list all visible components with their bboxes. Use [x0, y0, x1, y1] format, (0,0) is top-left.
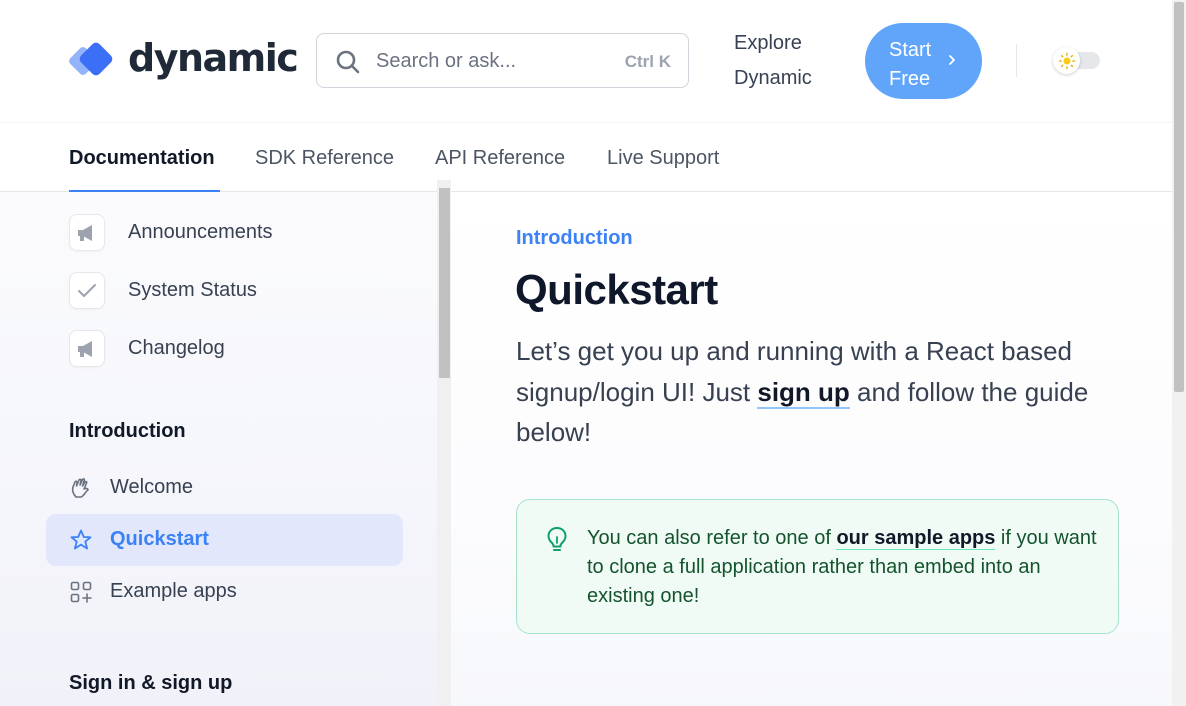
- check-icon: [69, 272, 105, 309]
- sidebar-link-changelog[interactable]: Changelog: [69, 330, 225, 367]
- lightbulb-icon: [546, 526, 568, 559]
- logo-icon: [69, 41, 116, 79]
- sidebar: Announcements System Status Changelog In…: [0, 192, 437, 706]
- sidebar-section-introduction: Introduction: [69, 420, 186, 442]
- intro-paragraph: Let’s get you up and running with a Reac…: [516, 331, 1126, 453]
- star-icon: [69, 528, 93, 552]
- main-content: Introduction Quickstart Let’s get you up…: [451, 192, 1172, 706]
- page-title: Quickstart: [515, 266, 718, 313]
- brand-name: dynamic: [128, 36, 299, 80]
- sidebar-link-system-status[interactable]: System Status: [69, 272, 257, 309]
- search-placeholder: Search or ask...: [376, 50, 517, 72]
- start-free-button[interactable]: Start Free: [865, 23, 982, 99]
- sidebar-link-announcements[interactable]: Announcements: [69, 214, 273, 251]
- sidebar-section-sign-in: Sign in & sign up: [69, 672, 233, 694]
- tab-api-reference[interactable]: API Reference: [435, 147, 565, 170]
- breadcrumb: Introduction: [516, 227, 633, 249]
- sidebar-item-welcome[interactable]: Welcome: [46, 462, 403, 514]
- search-input[interactable]: Search or ask... Ctrl K: [316, 33, 689, 88]
- sidebar-item-label: Example apps: [110, 580, 237, 602]
- tab-sdk-reference[interactable]: SDK Reference: [255, 147, 394, 170]
- callout-text: You can also refer to one of our sample …: [587, 524, 1097, 611]
- chevron-right-icon: [947, 53, 957, 72]
- theme-toggle[interactable]: [1053, 47, 1100, 74]
- sample-apps-link[interactable]: our sample apps: [836, 527, 996, 550]
- tab-documentation[interactable]: Documentation: [69, 147, 215, 170]
- callout-text-start: You can also refer to one of: [587, 527, 837, 549]
- sign-up-link[interactable]: sign up: [757, 376, 850, 409]
- sidebar-item-quickstart[interactable]: Quickstart: [46, 514, 403, 566]
- sidebar-link-label: Announcements: [128, 221, 273, 243]
- megaphone-icon: [69, 330, 105, 367]
- page-scrollbar-thumb[interactable]: [1174, 2, 1184, 392]
- megaphone-icon: [69, 214, 105, 251]
- explore-dynamic-link[interactable]: Explore Dynamic: [734, 26, 844, 96]
- sidebar-link-label: Changelog: [128, 337, 225, 359]
- search-shortcut-hint: Ctrl K: [624, 52, 671, 71]
- sidebar-scrollbar-thumb[interactable]: [439, 188, 450, 378]
- brand-logo[interactable]: dynamic: [69, 36, 299, 80]
- sidebar-item-label: Welcome: [110, 476, 193, 498]
- sun-icon: [1053, 47, 1080, 74]
- grid-plus-icon: [69, 580, 93, 604]
- sidebar-item-example-apps[interactable]: Example apps: [46, 566, 403, 618]
- header-divider: [1016, 44, 1017, 77]
- tab-live-support[interactable]: Live Support: [607, 147, 719, 170]
- docs-tabs: Documentation SDK Reference API Referenc…: [0, 122, 1172, 192]
- tip-callout: You can also refer to one of our sample …: [516, 499, 1119, 634]
- start-free-label: Start Free: [889, 39, 932, 90]
- top-header: dynamic Search or ask... Ctrl K Explore …: [0, 0, 1172, 122]
- sidebar-link-label: System Status: [128, 279, 257, 301]
- sidebar-item-label: Quickstart: [110, 528, 209, 550]
- search-icon: [335, 49, 361, 80]
- waving-hand-icon: [69, 476, 93, 500]
